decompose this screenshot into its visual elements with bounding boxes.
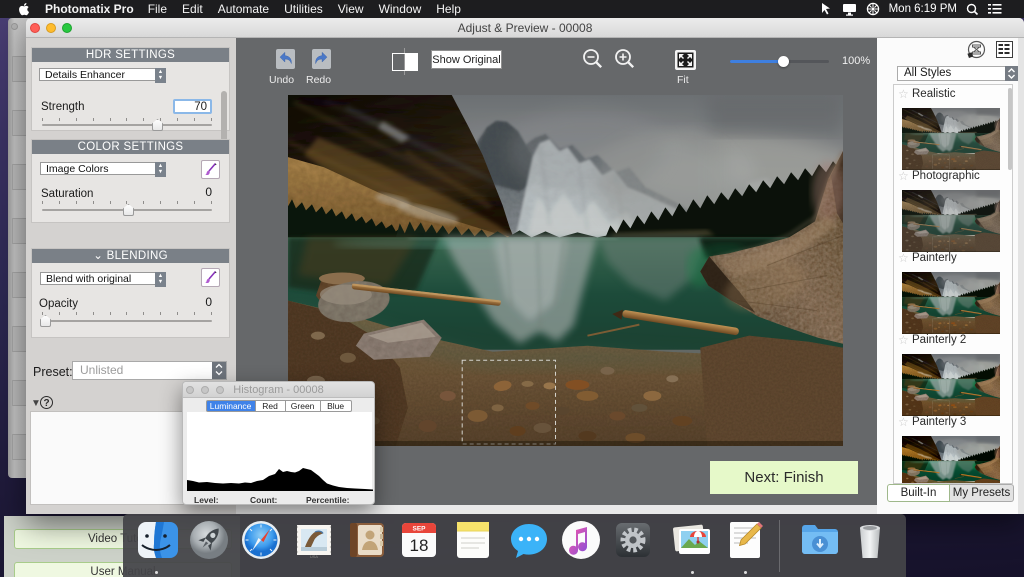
svg-text:USA: USA bbox=[310, 554, 319, 559]
svg-text:SEP: SEP bbox=[412, 526, 426, 533]
svg-text:18: 18 bbox=[410, 536, 429, 555]
